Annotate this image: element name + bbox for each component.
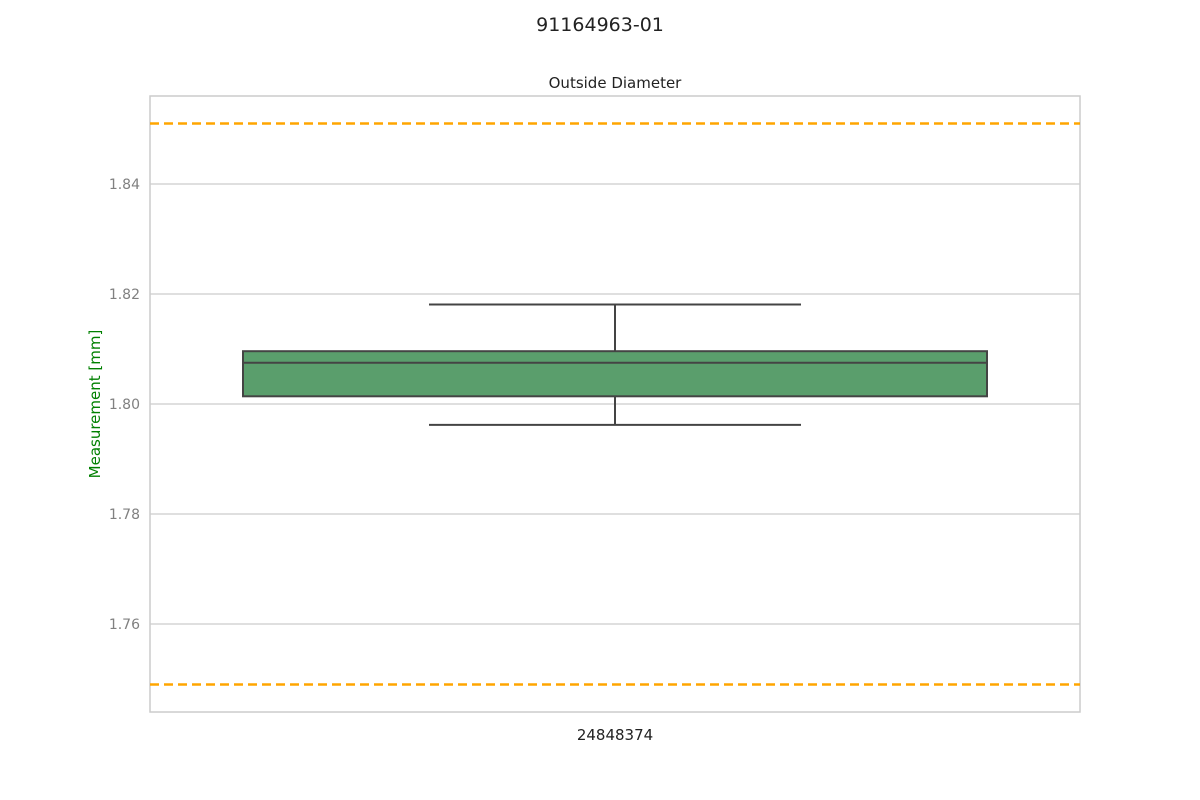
box-iqr: [242, 350, 988, 398]
y-axis-label: Measurement [mm]: [86, 330, 104, 479]
y-tick-label: 1.82: [109, 287, 140, 303]
y-tick-label: 1.84: [109, 177, 140, 193]
y-tick-label: 1.76: [109, 617, 140, 633]
y-tick-label: 1.80: [109, 397, 140, 413]
y-tick-label: 1.78: [109, 507, 140, 523]
chart-figure: 91164963-01 Outside Diameter Measurement…: [0, 0, 1200, 800]
chart-title: Outside Diameter: [549, 74, 683, 92]
plot-area: 1.76 1.78 1.80 1.82 1.84 24848374: [109, 95, 1081, 744]
box-plot-chart: 91164963-01 Outside Diameter Measurement…: [86, 14, 1081, 744]
x-tick-label: 24848374: [577, 726, 653, 744]
figure-suptitle: 91164963-01: [536, 14, 664, 36]
